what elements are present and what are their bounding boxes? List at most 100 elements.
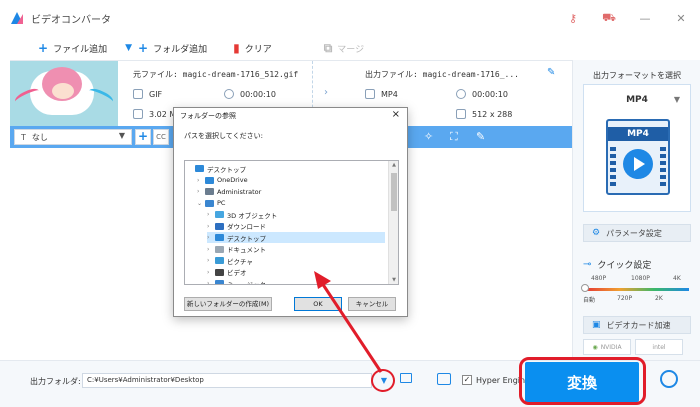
tree-item-label: 3D オブジェクト — [227, 211, 278, 220]
format-selector[interactable]: MP4 ▼ MP4 — [583, 84, 691, 212]
folder-tree[interactable]: ▲ ▼ デスクトップ › OneDrive › Administrator ⌄ PC › 3D … — [184, 160, 399, 285]
tree-item-label: デスクトップ — [227, 234, 266, 243]
source-filename: 元ファイル: magic-dream-1716_512.gif — [133, 70, 299, 79]
tree-item[interactable]: › 3D オブジェクト — [207, 209, 385, 220]
expand-chevron-icon[interactable]: › — [207, 280, 215, 284]
folder-icon — [215, 257, 224, 264]
add-file-button[interactable]: + ファイル追加 ▼ — [38, 41, 132, 55]
tree-item[interactable]: › ダウンロード — [207, 221, 385, 232]
source-size: 3.02 M — [133, 109, 176, 119]
output-folder-input[interactable]: C:¥Users¥Administrator¥Desktop — [82, 373, 372, 388]
expand-chevron-icon[interactable]: › — [207, 269, 215, 276]
browse-folder-dialog: フォルダーの参照 × パスを選択してください: ▲ ▼ デスクトップ › OneDr… — [173, 107, 408, 317]
gpu-acceleration-button[interactable]: ▣ ビデオカード加速 — [583, 316, 691, 334]
folder-icon — [215, 280, 224, 284]
cancel-button[interactable]: キャンセル — [348, 297, 396, 311]
clear-button[interactable]: ▮ クリア — [233, 41, 272, 55]
merge-button[interactable]: ⧉ マージ — [324, 41, 364, 56]
edit-icon[interactable]: ✎ — [547, 67, 555, 78]
tree-item[interactable]: › Administrator — [197, 186, 385, 197]
merge-label: マージ — [337, 44, 365, 55]
add-folder-button[interactable]: + フォルダ追加 — [138, 41, 207, 55]
expand-chevron-icon[interactable]: › — [207, 246, 215, 253]
nvidia-badge[interactable]: ◉ NVIDIA — [583, 339, 631, 355]
dialog-prompt: パスを選択してください: — [184, 132, 263, 140]
ok-button[interactable]: OK — [294, 297, 342, 311]
folder-icon — [215, 268, 224, 276]
tree-item-label: デスクトップ — [207, 165, 246, 174]
title-bar: ビデオコンバータ ⚷ ⛟ — ✕ — [0, 0, 700, 36]
output-format-heading: 出力フォーマットを選択 — [593, 71, 681, 80]
annotation-circle — [371, 369, 395, 392]
output-folder-label: 出力フォルダ: — [30, 377, 81, 386]
chevron-down-icon[interactable]: ▼ — [125, 43, 132, 53]
clear-label: クリア — [244, 44, 272, 55]
parameter-settings-button[interactable]: ⚙ パラメータ設定 — [583, 224, 691, 242]
tree-item[interactable]: › ビデオ — [207, 267, 385, 278]
scroll-down-icon[interactable]: ▼ — [389, 277, 398, 283]
scroll-up-icon[interactable]: ▲ — [389, 162, 398, 168]
alarm-clock-icon[interactable] — [660, 370, 678, 388]
settings-sliders-icon: ⚙ — [592, 228, 601, 238]
expand-chevron-icon[interactable]: › — [197, 188, 205, 195]
tree-item-label: PC — [217, 199, 226, 207]
tree-item-label: ミュージック — [227, 280, 266, 285]
expand-chevron-icon[interactable]: ⌄ — [197, 200, 205, 207]
output-filename: 出力ファイル: magic-dream-1716_... — [365, 70, 519, 79]
quality-slider[interactable] — [585, 288, 689, 291]
output-format: MP4 — [365, 89, 398, 99]
tree-item[interactable]: › デスクトップ — [207, 232, 385, 243]
expand-chevron-icon[interactable]: › — [207, 234, 215, 241]
folder-icon — [215, 222, 224, 230]
close-button[interactable]: ✕ — [668, 6, 694, 30]
source-duration: 00:00:10 — [224, 89, 276, 99]
tree-item[interactable]: › ドキュメント — [207, 244, 385, 255]
folder-icon — [215, 245, 224, 253]
plus-icon: + — [38, 41, 49, 55]
key-icon[interactable]: ⚷ — [560, 6, 586, 30]
chevron-down-icon: ▼ — [673, 95, 680, 104]
expand-chevron-icon[interactable]: › — [207, 257, 215, 264]
close-icon[interactable]: × — [392, 109, 400, 120]
new-folder-button[interactable]: 新しいフォルダーの作成(M) — [184, 297, 272, 311]
tree-item[interactable]: ⌄ PC — [197, 198, 385, 209]
add-subtitle-button[interactable]: + — [135, 129, 151, 145]
cc-button[interactable]: CC — [153, 129, 169, 145]
tree-item-label: ダウンロード — [227, 223, 266, 231]
intel-badge[interactable]: intel — [635, 339, 683, 355]
tree-item-label: ピクチャ — [227, 257, 253, 266]
app-title: ビデオコンバータ — [31, 14, 111, 26]
tree-item[interactable]: › OneDrive — [197, 175, 385, 186]
tree-item-label: Administrator — [217, 187, 262, 196]
folder-icon — [205, 176, 214, 184]
subtitle-select[interactable]: T なし ▼ — [14, 129, 132, 145]
tree-item[interactable]: › ピクチャ — [207, 255, 385, 266]
open-folder-icon[interactable] — [400, 373, 412, 383]
resolution-icon — [456, 109, 466, 119]
hyper-engine-checkbox[interactable]: ✓ — [462, 375, 472, 385]
app-logo — [11, 12, 23, 24]
watermark-icon[interactable]: ⛶ — [450, 130, 458, 144]
quality-slider-handle[interactable] — [581, 284, 589, 292]
effects-icon[interactable]: ✧ — [424, 130, 433, 143]
expand-chevron-icon[interactable]: › — [207, 211, 215, 218]
main-toolbar: + ファイル追加 ▼ + フォルダ追加 ▮ クリア ⧉ マージ — [0, 36, 572, 60]
tree-item-label: ドキュメント — [227, 246, 266, 254]
edit-pen-icon[interactable]: ✎ — [476, 130, 485, 143]
trash-icon: ▮ — [233, 41, 240, 55]
cart-icon[interactable]: ⛟ — [596, 6, 622, 30]
format-icon — [365, 89, 375, 99]
add-file-label: ファイル追加 — [53, 44, 108, 55]
folder-icon — [215, 234, 224, 241]
expand-chevron-icon[interactable]: › — [207, 223, 215, 230]
file-size-icon — [133, 109, 143, 119]
video-thumbnail[interactable] — [10, 61, 118, 127]
merge-into-one-icon[interactable] — [437, 373, 451, 385]
slider-icon: ⊸ — [583, 259, 592, 270]
tree-scrollbar[interactable]: ▲ ▼ — [388, 161, 398, 284]
tree-item[interactable]: デスクトップ — [187, 163, 385, 174]
expand-chevron-icon[interactable]: › — [197, 177, 205, 184]
minimize-button[interactable]: — — [632, 6, 658, 30]
tree-item[interactable]: › ミュージック — [207, 278, 385, 285]
chevron-down-icon: ▼ — [118, 131, 125, 140]
